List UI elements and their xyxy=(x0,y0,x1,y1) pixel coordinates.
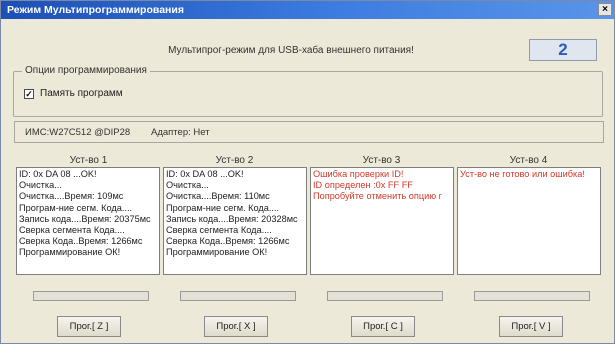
log-line: Очистка....Время: 110мс xyxy=(166,191,270,202)
log-line: ID определен :0x FF FF xyxy=(313,180,413,191)
chip-type-text: ИМС:W27C512 @DIP28 xyxy=(25,127,131,138)
log-line: Сверка сегмента Кода.... xyxy=(19,225,125,236)
device-count-display: 2 xyxy=(529,39,597,61)
device-3-label: Уст-во 3 xyxy=(362,155,401,166)
program-device-3-button[interactable]: Прог.[ C ] xyxy=(351,316,415,337)
device-4-log[interactable]: Уст-во не готово или ошибка! xyxy=(457,167,601,275)
program-device-4-button[interactable]: Прог.[ V ] xyxy=(499,316,563,337)
log-line: Уст-во не готово или ошибка! xyxy=(460,169,585,179)
header-message: Мультипрог-режим для USB-хаба внешнего п… xyxy=(168,45,414,56)
device-1-label: Уст-во 1 xyxy=(69,155,108,166)
device-2-log[interactable]: ID: 0x DA 08 ...OK! Очистка... Очистка....… xyxy=(163,167,307,275)
log-line: Программирование ОК! xyxy=(166,247,268,258)
close-button[interactable]: × xyxy=(598,3,612,16)
log-line: Сверка Кода..Время: 1266мс xyxy=(19,236,143,247)
multiprogramming-window: Режим Мультипрограммирования × Мультипро… xyxy=(0,0,615,344)
program-device-2-button[interactable]: Прог.[ X ] xyxy=(204,316,268,337)
device-2-label: Уст-во 2 xyxy=(215,155,254,166)
log-line: Сверка сегмента Кода.... xyxy=(166,225,272,236)
log-line: Попробуйте отменить опцию г xyxy=(313,191,443,202)
log-line: Очистка... xyxy=(166,180,209,191)
device-2-progress-bar xyxy=(180,291,296,301)
log-line: Очистка... xyxy=(19,180,62,191)
title-bar: Режим Мультипрограммирования × xyxy=(1,1,614,19)
log-line: Ошибка проверки ID! xyxy=(313,169,404,179)
log-line: Запись кода....Время: 20328мс xyxy=(166,213,298,224)
window-title: Режим Мультипрограммирования xyxy=(7,4,184,16)
program-memory-option[interactable]: ✓ Память программ xyxy=(24,88,123,99)
device-3-progress-bar xyxy=(327,291,443,301)
log-line: Сверка Кода..Время: 1266мс xyxy=(166,236,290,247)
programming-options-group: Опции программирования ✓ Память программ xyxy=(13,65,603,117)
log-line: Очистка....Время: 109мс xyxy=(19,191,124,202)
program-device-1-button[interactable]: Прог.[ Z ] xyxy=(57,316,121,337)
log-line: Запись кода....Время: 20375мс xyxy=(19,213,151,224)
log-line: Программирование ОК! xyxy=(19,247,121,258)
program-memory-checkbox[interactable]: ✓ xyxy=(24,88,34,99)
log-line: ID: 0x DA 08 ...OK! xyxy=(19,169,97,179)
adapter-text: Адаптер: Нет xyxy=(151,127,210,138)
device-4-label: Уст-во 4 xyxy=(509,155,548,166)
log-line: ID: 0x DA 08 ...OK! xyxy=(166,169,244,179)
log-line: Програм-ние сегм. Кода.... xyxy=(19,202,133,213)
device-3-log[interactable]: Ошибка проверки ID! ID определен :0x FF F… xyxy=(310,167,454,275)
device-1-progress-bar xyxy=(33,291,149,301)
device-1-log[interactable]: ID: 0x DA 08 ...OK! Очистка... Очистка....… xyxy=(16,167,160,275)
program-memory-label: Память программ xyxy=(40,88,123,99)
log-line: Програм-ние сегм. Кода.... xyxy=(166,202,280,213)
device-4-progress-bar xyxy=(474,291,590,301)
options-legend: Опции программирования xyxy=(22,65,150,76)
chip-info-panel: ИМС:W27C512 @DIP28 Адаптер: Нет xyxy=(14,121,604,143)
